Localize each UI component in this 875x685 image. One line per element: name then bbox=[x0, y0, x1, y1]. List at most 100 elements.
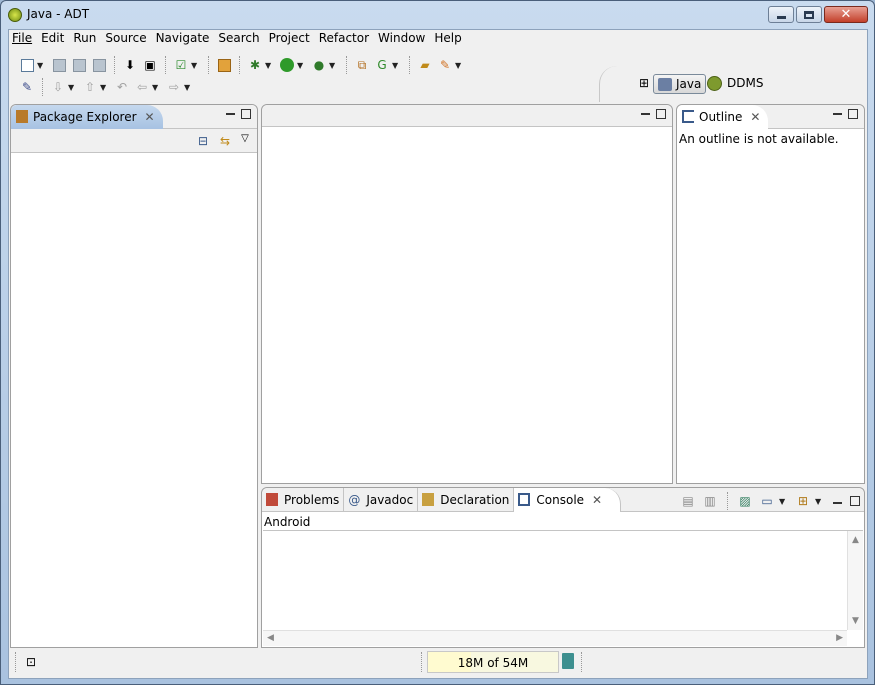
save-icon[interactable] bbox=[51, 57, 67, 73]
menu-project[interactable]: Project bbox=[266, 30, 316, 48]
new-java-package-icon[interactable]: ⧉ bbox=[354, 57, 370, 73]
new-java-class-icon[interactable]: G bbox=[374, 57, 390, 73]
heap-status[interactable]: 18M of 54M bbox=[427, 651, 559, 673]
chevron-down-icon[interactable]: ▼ bbox=[184, 83, 192, 92]
tab-javadoc[interactable]: @ Javadoc bbox=[344, 488, 419, 512]
search-icon[interactable]: ✎ bbox=[437, 57, 453, 73]
chevron-down-icon[interactable]: ▼ bbox=[37, 61, 45, 70]
chevron-down-icon[interactable]: ▼ bbox=[297, 61, 305, 70]
run-garbage-collector-icon[interactable] bbox=[562, 653, 574, 669]
problems-icon bbox=[266, 493, 278, 506]
tab-outline[interactable]: Outline ✕ bbox=[677, 105, 769, 129]
title-bar[interactable]: Java - ADT ✕ bbox=[1, 1, 874, 29]
editor-area bbox=[261, 104, 673, 484]
tab-problems[interactable]: Problems bbox=[262, 488, 345, 512]
new-wizard-icon[interactable] bbox=[19, 57, 35, 73]
close-icon[interactable]: ✕ bbox=[145, 110, 155, 124]
maximize-view-icon[interactable] bbox=[656, 109, 666, 119]
chevron-down-icon[interactable]: ▼ bbox=[265, 61, 273, 70]
chevron-down-icon[interactable]: ▼ bbox=[100, 83, 108, 92]
maximize-view-icon[interactable] bbox=[850, 496, 860, 506]
minimize-view-icon[interactable] bbox=[226, 113, 235, 115]
outline-view: Outline ✕ An outline is not available. bbox=[676, 104, 865, 484]
collapse-all-icon[interactable]: ⊟ bbox=[195, 133, 211, 149]
toolbar-separator bbox=[208, 56, 209, 74]
perspective-bar: ⊞ Java DDMS bbox=[599, 66, 867, 102]
tab-declaration[interactable]: Declaration bbox=[418, 488, 515, 512]
minimize-button[interactable] bbox=[768, 6, 794, 23]
tab-console[interactable]: Console ✕ bbox=[514, 488, 622, 512]
menu-refactor[interactable]: Refactor bbox=[316, 30, 375, 48]
clear-console-icon[interactable]: ▤ bbox=[680, 493, 696, 509]
console-icon bbox=[518, 493, 531, 506]
maximize-view-icon[interactable] bbox=[848, 109, 858, 119]
link-with-editor-icon[interactable]: ⇆ bbox=[217, 133, 233, 149]
perspective-java[interactable]: Java bbox=[653, 74, 707, 94]
menu-help[interactable]: Help bbox=[431, 30, 467, 48]
forward-icon[interactable]: ⇨ bbox=[166, 79, 182, 95]
menu-window[interactable]: Window bbox=[375, 30, 431, 48]
android-sdk-manager-icon[interactable]: ⬇ bbox=[122, 57, 138, 73]
package-explorer-view: Package Explorer ✕ ⊟ ⇆ ▽ bbox=[10, 104, 258, 648]
menu-source[interactable]: Source bbox=[102, 30, 152, 48]
scroll-left-icon[interactable]: ◀ bbox=[267, 633, 274, 643]
chevron-down-icon[interactable]: ▼ bbox=[815, 497, 823, 506]
chevron-down-icon[interactable]: ▼ bbox=[152, 83, 160, 92]
scroll-lock-icon[interactable]: ▥ bbox=[702, 493, 718, 509]
minimize-view-icon[interactable] bbox=[833, 502, 842, 504]
pin-console-icon[interactable]: ▨ bbox=[737, 493, 753, 509]
chevron-down-icon[interactable]: ▼ bbox=[191, 61, 199, 70]
back-icon[interactable]: ⇦ bbox=[134, 79, 150, 95]
close-button[interactable]: ✕ bbox=[824, 6, 868, 23]
console-output[interactable]: ▲ ▼ ◀ ▶ bbox=[263, 530, 863, 646]
minimize-view-icon[interactable] bbox=[641, 113, 650, 115]
menu-edit[interactable]: Edit bbox=[38, 30, 70, 48]
menu-search[interactable]: Search bbox=[215, 30, 265, 48]
toggle-mark-occurrences-icon[interactable]: ✎ bbox=[19, 79, 35, 95]
open-console-icon[interactable]: ⊞ bbox=[795, 493, 811, 509]
perspective-ddms[interactable]: DDMS bbox=[707, 76, 763, 91]
chevron-down-icon[interactable]: ▼ bbox=[329, 61, 337, 70]
scroll-up-icon[interactable]: ▲ bbox=[852, 535, 859, 545]
maximize-view-icon[interactable] bbox=[241, 109, 251, 119]
next-annotation-icon[interactable]: ⇩ bbox=[50, 79, 66, 95]
lint-check-icon[interactable]: ☑ bbox=[173, 57, 189, 73]
debug-icon[interactable]: ✱ bbox=[247, 57, 263, 73]
open-type-icon[interactable]: ▰ bbox=[417, 57, 433, 73]
chevron-down-icon[interactable]: ▼ bbox=[68, 83, 76, 92]
toolbar-row-2: ✎ ⇩ ▼ ⇧ ▼ ↶ ⇦ ▼ ⇨ ▼ bbox=[17, 77, 196, 97]
run-icon[interactable] bbox=[279, 57, 295, 73]
print-icon[interactable] bbox=[91, 57, 107, 73]
declaration-icon bbox=[422, 493, 435, 506]
view-menu-icon[interactable]: ▽ bbox=[237, 131, 253, 147]
open-perspective-icon[interactable]: ⊞ bbox=[636, 75, 652, 91]
chevron-down-icon[interactable]: ▼ bbox=[392, 61, 400, 70]
new-android-project-icon[interactable] bbox=[216, 57, 232, 73]
previous-annotation-icon[interactable]: ⇧ bbox=[82, 79, 98, 95]
chevron-down-icon[interactable]: ▼ bbox=[779, 497, 787, 506]
minimize-icon bbox=[776, 15, 786, 19]
toolbar-separator bbox=[409, 56, 410, 74]
menu-file[interactable]: File bbox=[9, 30, 38, 48]
maximize-button[interactable] bbox=[796, 6, 822, 23]
vertical-scrollbar[interactable]: ▲ ▼ bbox=[847, 531, 863, 630]
close-icon[interactable]: ✕ bbox=[750, 110, 760, 124]
chevron-down-icon[interactable]: ▼ bbox=[455, 61, 463, 70]
toolbar-row-1: ▼ ⬇ ▣ ☑ ▼ ✱ ▼ ▼ ● ▼ ⧉ G ▼ ▰ ✎ ▼ bbox=[17, 55, 467, 75]
external-tools-icon[interactable]: ● bbox=[311, 57, 327, 73]
scroll-down-icon[interactable]: ▼ bbox=[852, 616, 859, 626]
menu-navigate[interactable]: Navigate bbox=[153, 30, 216, 48]
window-title: Java - ADT bbox=[27, 7, 90, 21]
minimize-view-icon[interactable] bbox=[833, 113, 842, 115]
menu-run[interactable]: Run bbox=[70, 30, 102, 48]
fast-view-icon[interactable]: ⊡ bbox=[23, 654, 39, 670]
close-icon[interactable]: ✕ bbox=[592, 493, 602, 507]
display-console-icon[interactable]: ▭ bbox=[759, 493, 775, 509]
ddms-perspective-icon bbox=[707, 76, 722, 91]
save-all-icon[interactable] bbox=[71, 57, 87, 73]
tab-package-explorer[interactable]: Package Explorer ✕ bbox=[11, 105, 163, 129]
last-edit-location-icon[interactable]: ↶ bbox=[114, 79, 130, 95]
scroll-right-icon[interactable]: ▶ bbox=[836, 633, 843, 643]
android-avd-manager-icon[interactable]: ▣ bbox=[142, 57, 158, 73]
horizontal-scrollbar[interactable]: ◀ ▶ bbox=[263, 630, 847, 646]
